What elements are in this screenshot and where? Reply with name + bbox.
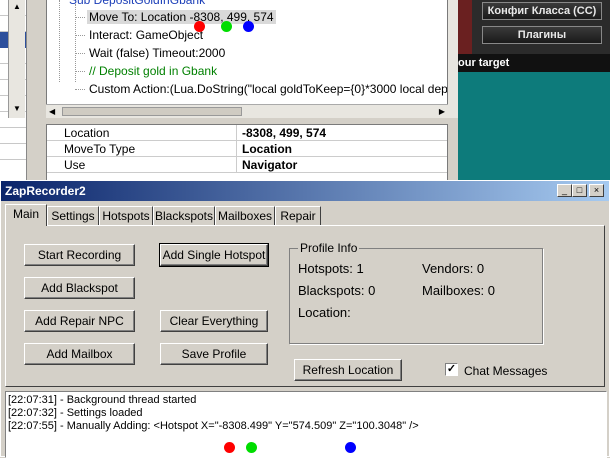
tree-item-comment[interactable]: // Deposit gold in Gbank (89, 62, 217, 80)
zaprecorder-window: ZapRecorder2 _ □ × Main Settings Hotspot… (0, 180, 610, 458)
log-textbox[interactable]: [22:07:31] - Background thread started [… (5, 391, 607, 458)
property-value[interactable]: Location (242, 141, 292, 157)
property-name: Use (47, 157, 237, 173)
property-row-location[interactable]: Location -8308, 499, 574 (47, 125, 447, 141)
profile-tree[interactable]: Sub DepositGoldInGbank Move To: Location… (46, 0, 448, 118)
property-grid: Location -8308, 499, 574 MoveTo Type Loc… (46, 124, 448, 184)
scroll-left-icon[interactable]: ◀ (49, 105, 55, 118)
chat-messages-checkbox[interactable]: ✓ (445, 363, 458, 376)
log-line: [22:07:31] - Background thread started (8, 394, 197, 406)
tab-repair[interactable]: Repair (275, 206, 321, 225)
property-row-use[interactable]: Use Navigator (47, 157, 447, 173)
add-mailbox-button[interactable]: Add Mailbox (24, 343, 135, 365)
start-recording-button[interactable]: Start Recording (24, 244, 135, 266)
blackspots-count: Blackspots: 0 (298, 283, 376, 298)
log-line: [22:07:55] - Manually Adding: <Hotspot X… (8, 420, 419, 432)
class-config-button[interactable]: Конфиг Класса (CC) (482, 2, 602, 20)
red-marker-dot (224, 442, 235, 453)
tree-horizontal-scrollbar[interactable]: ◀ ▶ (46, 104, 448, 118)
add-single-hotspot-button[interactable]: Add Single Hotspot (159, 243, 269, 267)
scroll-right-icon[interactable]: ▶ (439, 105, 445, 118)
maximize-button[interactable]: □ (572, 184, 587, 197)
window-title-bar[interactable]: ZapRecorder2 (1, 181, 609, 201)
tab-blackspots[interactable]: Blackspots (153, 206, 215, 225)
property-name: Location (47, 125, 237, 141)
scroll-thumb[interactable] (62, 107, 242, 116)
tab-hotspots[interactable]: Hotspots (99, 206, 153, 225)
scroll-up-icon[interactable]: ▲ (11, 0, 23, 14)
game-viewport (458, 72, 610, 180)
clear-everything-button[interactable]: Clear Everything (160, 310, 268, 332)
blue-marker-dot (243, 21, 254, 32)
profile-info-group: Profile Info Hotspots: 1 Vendors: 0 Blac… (289, 241, 543, 344)
green-marker-dot (221, 21, 232, 32)
add-blackspot-button[interactable]: Add Blackspot (24, 277, 135, 299)
tab-mailboxes[interactable]: Mailboxes (215, 206, 275, 225)
plugins-button[interactable]: Плагины (482, 26, 602, 44)
tab-main[interactable]: Main (5, 204, 47, 226)
property-value[interactable]: Navigator (242, 157, 297, 173)
vendors-count: Vendors: 0 (422, 261, 485, 276)
tree-item-custom-action[interactable]: Custom Action:(Lua.DoString("local goldT… (89, 80, 447, 98)
property-value[interactable]: -8308, 499, 574 (242, 125, 326, 141)
red-marker-dot (194, 21, 205, 32)
tree-vertical-scrollbar[interactable] (448, 0, 458, 118)
tree-item-wait[interactable]: Wait (false) Timeout:2000 (89, 44, 225, 62)
green-marker-dot (246, 442, 257, 453)
tree-item-interact[interactable]: Interact: GameObject (89, 26, 203, 44)
game-ui-panel: Конфиг Класса (CC) Плагины our target (458, 0, 610, 180)
property-name: MoveTo Type (47, 141, 237, 157)
target-label: our target (458, 54, 610, 72)
hotspots-count: Hotspots: 1 (298, 261, 364, 276)
mailboxes-count: Mailboxes: 0 (422, 283, 495, 298)
profile-info-legend: Profile Info (298, 241, 360, 255)
add-repair-npc-button[interactable]: Add Repair NPC (24, 310, 135, 332)
background-list-scrollbar[interactable]: ▲ ▼ (8, 0, 25, 118)
tab-settings[interactable]: Settings (47, 206, 99, 225)
refresh-location-button[interactable]: Refresh Location (294, 359, 402, 381)
save-profile-button[interactable]: Save Profile (160, 343, 268, 365)
blue-marker-dot (345, 442, 356, 453)
location-label: Location: (298, 305, 351, 320)
property-row-moveto-type[interactable]: MoveTo Type Location (47, 141, 447, 157)
minimize-button[interactable]: _ (557, 184, 572, 197)
window-title: ZapRecorder2 (5, 184, 86, 198)
chat-messages-label[interactable]: Chat Messages (464, 364, 547, 378)
close-button[interactable]: × (589, 184, 604, 197)
scroll-down-icon[interactable]: ▼ (11, 102, 23, 116)
log-line: [22:07:32] - Settings loaded (8, 407, 143, 419)
